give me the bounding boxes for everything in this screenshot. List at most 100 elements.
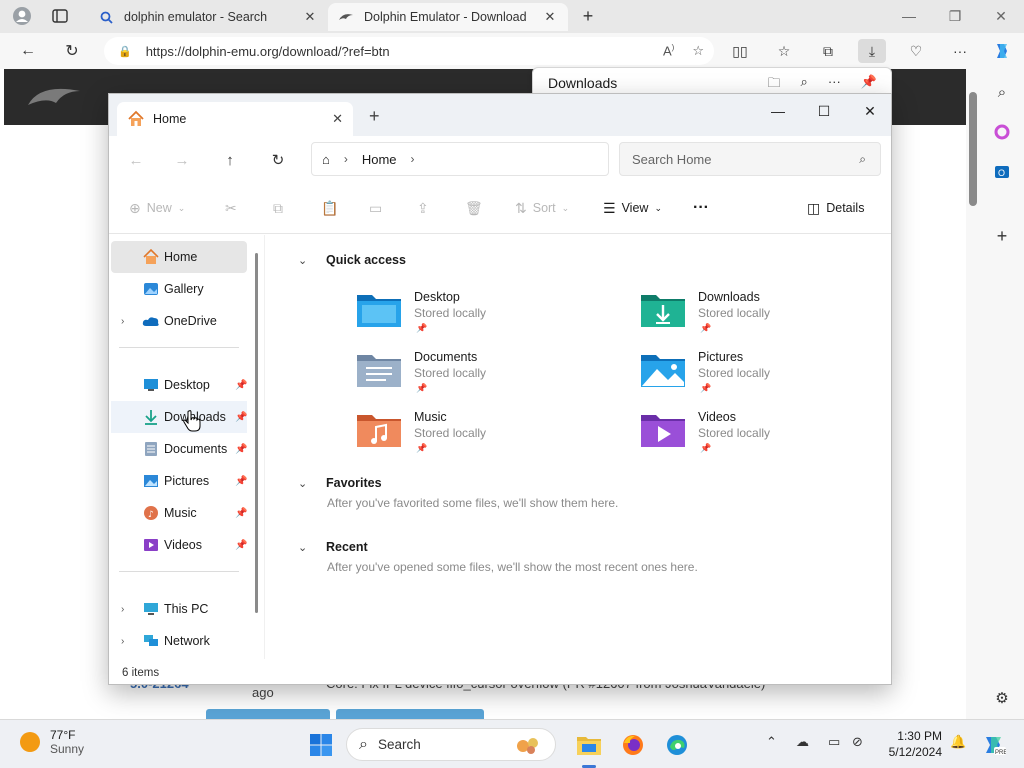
view-button[interactable]: ☰ View ⌄ xyxy=(603,198,662,218)
cut-icon[interactable]: ✂ xyxy=(225,198,237,218)
search-input[interactable]: Search Home ⌕ xyxy=(619,142,881,176)
details-pane-icon: ◫ xyxy=(807,199,821,216)
more-options-icon[interactable]: ··· xyxy=(946,39,974,63)
close-tab-icon[interactable]: ✕ xyxy=(302,9,318,25)
sidebar-settings-icon[interactable]: ⚙ xyxy=(990,686,1014,710)
start-windows-icon[interactable] xyxy=(305,729,337,761)
chevron-down-icon[interactable]: ⌄ xyxy=(298,541,314,554)
nav-item-this-pc[interactable]: › This PC xyxy=(111,593,247,625)
minimize-icon[interactable]: — xyxy=(755,98,801,124)
new-tab-icon[interactable]: + xyxy=(369,106,380,127)
close-window-icon[interactable]: ✕ xyxy=(847,98,893,124)
nav-item-pictures[interactable]: Pictures 📌 xyxy=(111,465,247,497)
quick-access-item-music[interactable]: Music Stored locally 📌 xyxy=(356,409,616,465)
nav-item-gallery[interactable]: Gallery xyxy=(111,273,247,305)
nav-item-home[interactable]: Home xyxy=(111,241,247,273)
sidebar-add-icon[interactable]: + xyxy=(990,224,1014,248)
sidebar-office-icon[interactable] xyxy=(990,120,1014,144)
up-icon[interactable]: ↑ xyxy=(219,149,241,171)
profile-avatar-icon[interactable] xyxy=(10,5,34,27)
chevron-down-icon[interactable]: ⌄ xyxy=(298,477,314,490)
tab-actions-icon[interactable] xyxy=(48,5,72,27)
favorites-icon[interactable]: ☆ xyxy=(770,39,798,63)
split-screen-icon[interactable]: ▯▯ xyxy=(726,39,754,63)
read-aloud-icon[interactable]: A) xyxy=(663,43,674,59)
address-bar[interactable]: 🔒 https://dolphin-emu.org/download/?ref=… xyxy=(104,37,714,65)
quick-access-item-pictures[interactable]: Pictures Stored locally 📌 xyxy=(640,349,900,405)
restore-icon[interactable]: ❐ xyxy=(932,5,978,27)
system-clock[interactable]: 1:30 PM 5/12/2024 xyxy=(884,728,942,760)
weather-widget[interactable]: 77°F Sunny xyxy=(20,728,84,756)
tab-search[interactable]: dolphin emulator - Search ✕ xyxy=(88,3,328,31)
explorer-tab-home[interactable]: Home ✕ xyxy=(117,102,353,136)
sidebar-search-icon[interactable]: ⌕ xyxy=(990,80,1014,104)
refresh-icon[interactable]: ↻ xyxy=(60,39,84,63)
home-icon[interactable]: ⌂ xyxy=(322,152,330,167)
new-button[interactable]: ⊕ New ⌄ xyxy=(129,198,185,218)
share-icon[interactable]: ⇪ xyxy=(417,198,429,218)
back-icon[interactable]: ← xyxy=(16,39,40,63)
dolphin-logo[interactable] xyxy=(24,79,88,113)
paste-icon[interactable]: 📋 xyxy=(321,198,338,218)
chevron-down-icon[interactable]: ⌄ xyxy=(298,254,314,267)
chevron-right-icon[interactable]: › xyxy=(121,316,124,327)
display-icon[interactable]: ▭ xyxy=(828,734,840,750)
chevron-right-icon[interactable]: › xyxy=(121,636,124,647)
maximize-icon[interactable]: ☐ xyxy=(801,98,847,124)
close-window-icon[interactable]: ✕ xyxy=(978,5,1024,27)
nav-pane-scrollbar[interactable] xyxy=(255,253,258,613)
new-tab-icon[interactable]: + xyxy=(576,5,600,27)
minimize-icon[interactable]: — xyxy=(886,5,932,27)
rename-icon[interactable]: ▭ xyxy=(369,198,382,218)
nav-item-downloads[interactable]: Downloads 📌 xyxy=(111,401,247,433)
back-icon[interactable]: ← xyxy=(125,149,147,171)
chevron-up-icon[interactable]: ⌃ xyxy=(766,734,777,750)
nav-item-onedrive[interactable]: › OneDrive xyxy=(111,305,247,337)
see-more-icon[interactable]: ··· xyxy=(693,198,709,218)
taskbar-search[interactable]: ⌕ Search xyxy=(346,728,556,761)
close-tab-icon[interactable]: ✕ xyxy=(542,9,558,25)
quick-access-item-documents[interactable]: Documents Stored locally 📌 xyxy=(356,349,616,405)
favorites-header[interactable]: ⌄ Favorites xyxy=(298,473,382,493)
network-status-icon[interactable]: ⊘ xyxy=(852,734,863,750)
breadcrumb-home[interactable]: Home xyxy=(362,152,397,167)
address-breadcrumb[interactable]: ⌂ › Home › xyxy=(311,142,609,176)
nav-item-desktop[interactable]: Desktop 📌 xyxy=(111,369,247,401)
details-button[interactable]: ◫ Details xyxy=(807,198,864,218)
tab-dolphin-download[interactable]: Dolphin Emulator - Download ✕ xyxy=(328,3,568,31)
copilot-icon[interactable] xyxy=(988,39,1016,63)
notifications-bell-icon[interactable]: 🔔 xyxy=(950,734,966,750)
onedrive-icon xyxy=(142,312,160,330)
collections-icon[interactable]: ⧉ xyxy=(814,39,842,63)
nav-item-videos[interactable]: Videos 📌 xyxy=(111,529,247,561)
edge-icon[interactable] xyxy=(661,729,693,761)
firefox-icon[interactable] xyxy=(617,729,649,761)
refresh-icon[interactable]: ↻ xyxy=(267,149,289,171)
quick-access-header[interactable]: ⌄ Quick access xyxy=(298,250,406,270)
copilot-preview-icon[interactable]: PRE xyxy=(978,729,1010,761)
quick-access-item-videos[interactable]: Videos Stored locally 📌 xyxy=(640,409,900,465)
close-tab-icon[interactable]: ✕ xyxy=(332,111,343,127)
quick-access-item-downloads[interactable]: Downloads Stored locally 📌 xyxy=(640,289,900,345)
chevron-right-icon[interactable]: › xyxy=(344,152,348,166)
downloads-icon[interactable]: ⤓ xyxy=(858,39,886,63)
tab-title: dolphin emulator - Search xyxy=(124,10,268,24)
chevron-right-icon[interactable]: › xyxy=(411,152,415,166)
recent-header[interactable]: ⌄ Recent xyxy=(298,537,368,557)
sidebar-outlook-icon[interactable]: O xyxy=(990,160,1014,184)
copy-icon[interactable]: ⧉ xyxy=(273,198,283,218)
quick-access-item-desktop[interactable]: Desktop Stored locally 📌 xyxy=(356,289,616,345)
forward-icon[interactable]: → xyxy=(171,149,193,171)
delete-icon[interactable]: 🗑 xyxy=(465,198,483,218)
nav-item-documents[interactable]: Documents 📌 xyxy=(111,433,247,465)
chevron-right-icon[interactable]: › xyxy=(121,604,124,615)
nav-item-network[interactable]: › Network xyxy=(111,625,247,657)
pane-divider[interactable] xyxy=(264,235,265,659)
sort-button[interactable]: ⇅ Sort ⌄ xyxy=(515,198,569,218)
file-explorer-icon[interactable] xyxy=(573,729,605,761)
performance-icon[interactable]: ♡ xyxy=(902,39,930,63)
favorite-star-icon[interactable]: ☆ xyxy=(692,43,704,59)
nav-item-music[interactable]: ♪ Music 📌 xyxy=(111,497,247,529)
page-scroll-thumb[interactable] xyxy=(969,92,977,206)
cloud-offline-icon[interactable]: ☁ xyxy=(796,734,809,750)
